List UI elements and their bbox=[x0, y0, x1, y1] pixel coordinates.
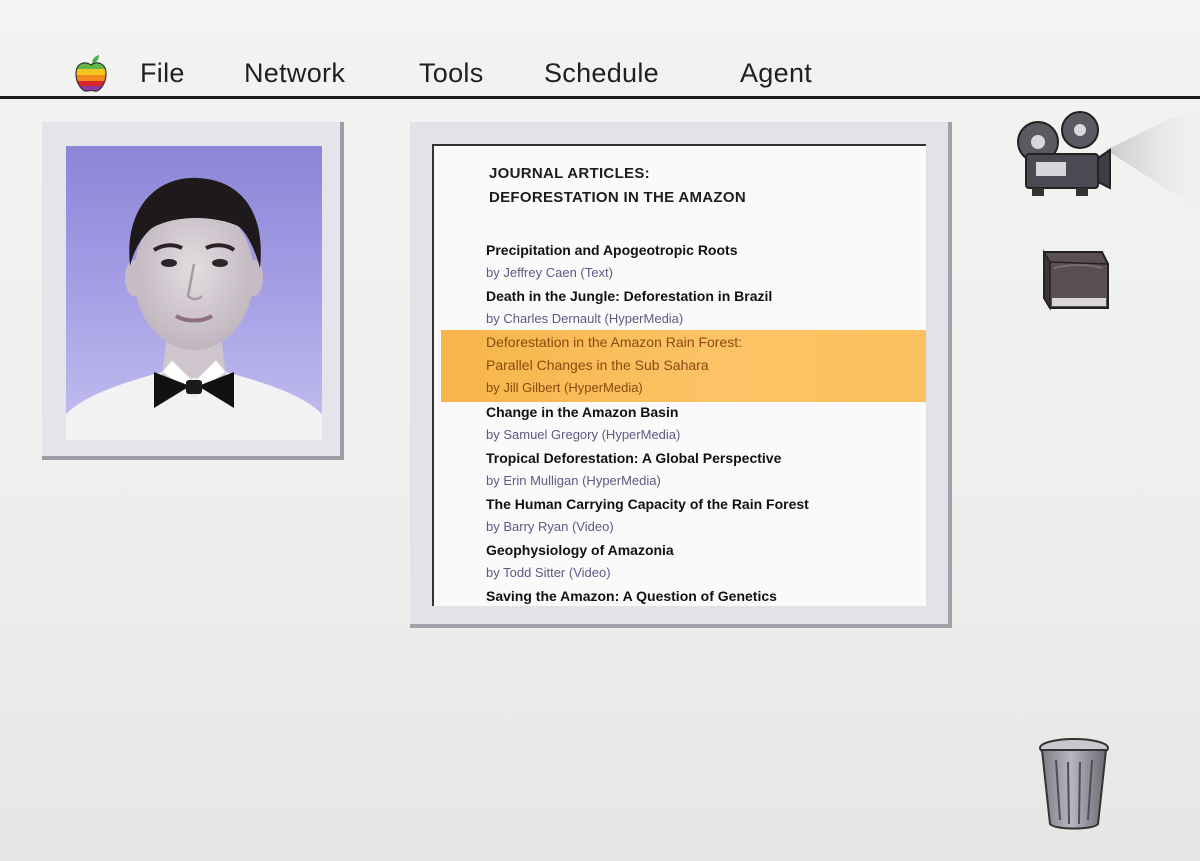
trash-can-icon[interactable] bbox=[1036, 736, 1112, 832]
document-window: JOURNAL ARTICLES: DEFORESTATION IN THE A… bbox=[410, 122, 952, 628]
article-byline: by Charles Dernault (HyperMedia) bbox=[486, 311, 684, 326]
article-byline: by Samuel Gregory (HyperMedia) bbox=[486, 427, 681, 442]
document-title-line2: DEFORESTATION IN THE AMAZON bbox=[489, 189, 746, 206]
book-icon[interactable] bbox=[1030, 248, 1110, 314]
menu-agent[interactable]: Agent bbox=[740, 58, 812, 89]
video-camera-icon[interactable] bbox=[1010, 104, 1200, 214]
article-title[interactable]: Saving the Amazon: A Question of Genetic… bbox=[486, 588, 777, 604]
article-title[interactable]: Geophysiology of Amazonia bbox=[486, 542, 674, 558]
article-byline: by Erin Mulligan (HyperMedia) bbox=[486, 473, 661, 488]
agent-video-window[interactable] bbox=[42, 122, 344, 460]
menu-tools[interactable]: Tools bbox=[419, 58, 484, 89]
menu-network[interactable]: Network bbox=[244, 58, 345, 89]
article-byline: by Barry Ryan (Video) bbox=[486, 519, 614, 534]
menu-bar: File Network Tools Schedule Agent bbox=[0, 0, 1200, 99]
article-title[interactable]: Death in the Jungle: Deforestation in Br… bbox=[486, 288, 772, 304]
menu-file[interactable]: File bbox=[140, 58, 185, 89]
article-title-selected-line2[interactable]: Parallel Changes in the Sub Sahara bbox=[486, 357, 709, 373]
agent-portrait bbox=[66, 146, 322, 440]
article-byline: by Jeffrey Caen (Text) bbox=[486, 265, 613, 280]
agent-figure bbox=[66, 177, 322, 440]
article-title-selected[interactable]: Deforestation in the Amazon Rain Forest: bbox=[486, 334, 742, 350]
document-title-line1: JOURNAL ARTICLES: bbox=[489, 165, 650, 182]
article-title[interactable]: Precipitation and Apogeotropic Roots bbox=[486, 242, 738, 258]
article-title[interactable]: The Human Carrying Capacity of the Rain … bbox=[486, 496, 809, 512]
article-byline-selected: by Jill Gilbert (HyperMedia) bbox=[486, 380, 643, 395]
menu-schedule[interactable]: Schedule bbox=[544, 58, 659, 89]
article-byline: by Todd Sitter (Video) bbox=[486, 565, 611, 580]
apple-logo-icon[interactable] bbox=[72, 54, 110, 94]
article-list: JOURNAL ARTICLES: DEFORESTATION IN THE A… bbox=[432, 144, 926, 606]
article-title[interactable]: Tropical Deforestation: A Global Perspec… bbox=[486, 450, 781, 466]
document-title: JOURNAL ARTICLES: DEFORESTATION IN THE A… bbox=[489, 162, 746, 210]
article-title[interactable]: Change in the Amazon Basin bbox=[486, 404, 678, 420]
